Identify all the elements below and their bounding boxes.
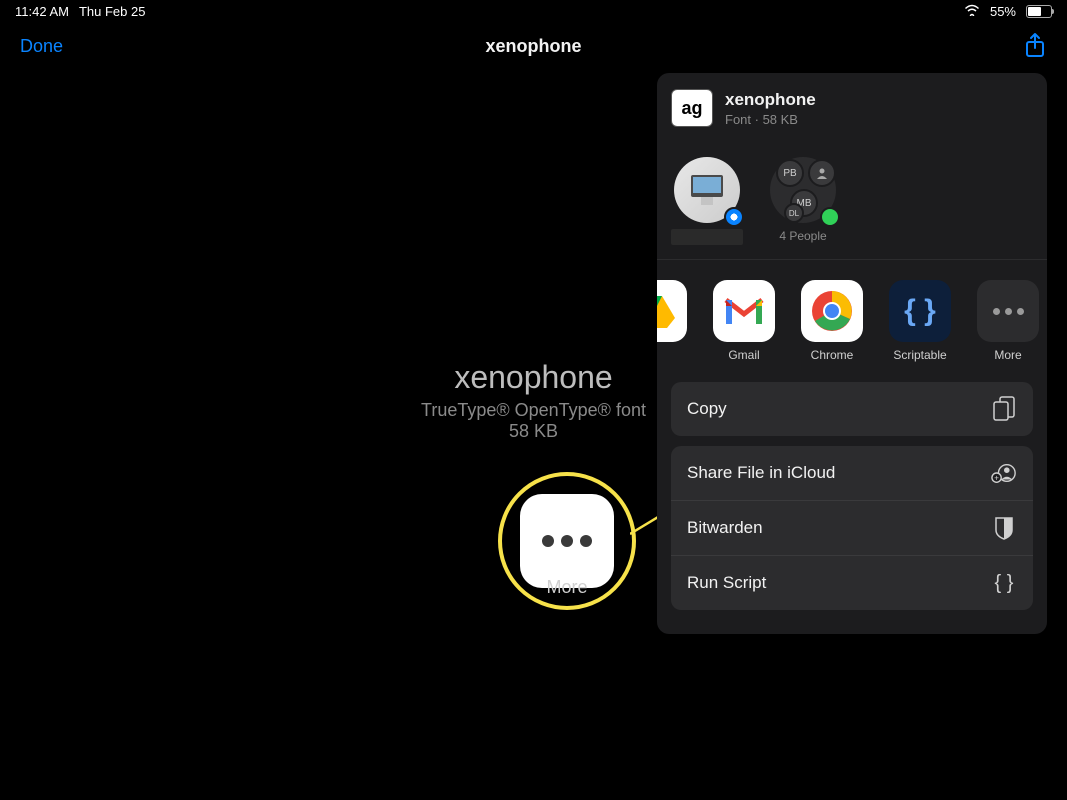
app-label: Gmail bbox=[728, 348, 759, 362]
braces-icon: { } bbox=[991, 570, 1017, 596]
battery-icon bbox=[1026, 5, 1052, 18]
annotation-label: More bbox=[546, 577, 587, 598]
airdrop-contact[interactable] bbox=[671, 157, 743, 223]
scriptable-icon: { } bbox=[889, 280, 951, 342]
action-list: Copy Share File in iCloud + Bitwarden bbox=[657, 382, 1047, 634]
share-sheet: ag xenophone Font · 58 KB PB MB DL bbox=[657, 73, 1047, 634]
messages-badge-icon bbox=[820, 207, 840, 227]
app-label: More bbox=[994, 348, 1021, 362]
annotation-highlight: More bbox=[498, 472, 636, 610]
svg-text:+: + bbox=[994, 472, 999, 482]
app-share-row: Gmail Chrome { } Scriptable More bbox=[657, 260, 1047, 382]
wifi-icon bbox=[964, 4, 980, 19]
battery-percent: 55% bbox=[990, 4, 1016, 19]
action-bitwarden[interactable]: Bitwarden bbox=[671, 500, 1033, 555]
icloud-share-icon: + bbox=[991, 460, 1017, 486]
file-type: TrueType® OpenType® font bbox=[421, 400, 646, 421]
airdrop-people-row: PB MB DL bbox=[657, 143, 1047, 223]
app-item-drive[interactable] bbox=[657, 280, 687, 342]
app-label: Chrome bbox=[811, 348, 854, 362]
action-label: Share File in iCloud bbox=[687, 463, 835, 483]
chrome-icon bbox=[801, 280, 863, 342]
person-icon bbox=[808, 159, 836, 187]
done-button[interactable]: Done bbox=[20, 36, 63, 57]
action-label: Copy bbox=[687, 399, 727, 419]
drive-icon bbox=[657, 280, 687, 342]
messages-group-contact[interactable]: PB MB DL bbox=[767, 157, 839, 223]
contact-initials: DL bbox=[784, 203, 804, 223]
nav-title: xenophone bbox=[485, 36, 581, 57]
copy-icon bbox=[991, 396, 1017, 422]
action-share-icloud[interactable]: Share File in iCloud + bbox=[671, 446, 1033, 500]
status-date: Thu Feb 25 bbox=[79, 4, 146, 19]
action-run-script[interactable]: Run Script { } bbox=[671, 555, 1033, 610]
sheet-header: ag xenophone Font · 58 KB bbox=[657, 73, 1047, 143]
app-item-scriptable[interactable]: { } Scriptable bbox=[889, 280, 951, 362]
action-label: Bitwarden bbox=[687, 518, 763, 538]
group-avatar: PB MB DL bbox=[770, 157, 836, 223]
contact-label-redacted bbox=[671, 229, 743, 245]
app-item-chrome[interactable]: Chrome bbox=[801, 280, 863, 362]
more-icon-enlarged bbox=[520, 494, 614, 588]
sheet-file-name: xenophone bbox=[725, 90, 816, 110]
group-label: 4 People bbox=[767, 229, 839, 245]
status-time: 11:42 AM bbox=[15, 4, 69, 19]
gmail-icon bbox=[713, 280, 775, 342]
file-thumbnail: ag bbox=[671, 89, 713, 127]
bitwarden-icon bbox=[991, 515, 1017, 541]
share-button[interactable] bbox=[1023, 32, 1047, 60]
more-icon bbox=[977, 280, 1039, 342]
action-copy[interactable]: Copy bbox=[671, 382, 1033, 436]
app-item-more[interactable]: More bbox=[977, 280, 1039, 362]
contact-initials: PB bbox=[776, 159, 804, 187]
nav-bar: Done xenophone bbox=[0, 22, 1067, 70]
file-name: xenophone bbox=[454, 359, 612, 396]
airdrop-badge-icon bbox=[724, 207, 744, 227]
contact-avatar bbox=[674, 157, 740, 223]
app-item-gmail[interactable]: Gmail bbox=[713, 280, 775, 362]
action-label: Run Script bbox=[687, 573, 766, 593]
sheet-file-meta: Font · 58 KB bbox=[725, 112, 816, 127]
app-label: Scriptable bbox=[893, 348, 946, 362]
status-bar: 11:42 AM Thu Feb 25 55% bbox=[0, 0, 1067, 22]
file-size: 58 KB bbox=[509, 421, 558, 442]
